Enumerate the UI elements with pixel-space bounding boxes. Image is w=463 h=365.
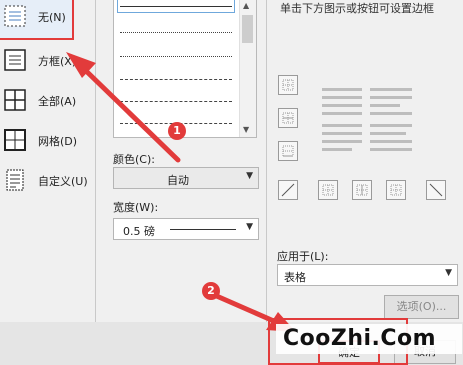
- watermark-text: CooZhi.Com: [283, 326, 437, 351]
- step-badge-1: 1: [168, 122, 186, 140]
- annotation-arrows: [66, 52, 296, 332]
- step-badge-2: 2: [202, 282, 220, 300]
